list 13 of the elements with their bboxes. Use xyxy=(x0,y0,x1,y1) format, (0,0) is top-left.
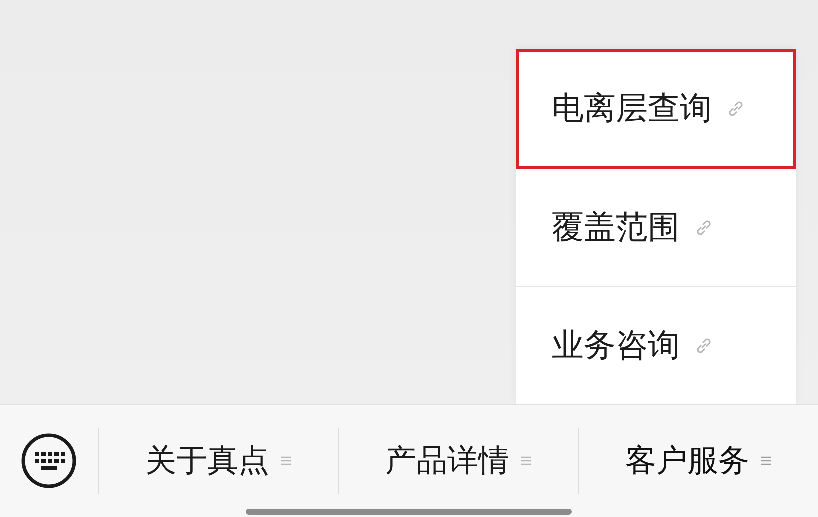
menu-item[interactable]: 产品详情 xyxy=(339,426,578,496)
link-icon xyxy=(694,336,714,356)
keyboard-icon xyxy=(21,433,77,489)
menu-icon xyxy=(520,455,532,467)
menu-icon xyxy=(280,455,292,467)
menu-item[interactable]: 关于真点 xyxy=(99,426,338,496)
submenu-item[interactable]: 电离层查询 xyxy=(516,49,796,169)
submenu-item[interactable]: 业务咨询 xyxy=(516,287,796,404)
menu-icon xyxy=(760,455,772,467)
menu-item[interactable]: 客户服务 xyxy=(579,426,818,496)
link-icon xyxy=(726,99,746,119)
link-icon xyxy=(694,218,714,238)
submenu-item[interactable]: 覆盖范围 xyxy=(516,169,796,286)
